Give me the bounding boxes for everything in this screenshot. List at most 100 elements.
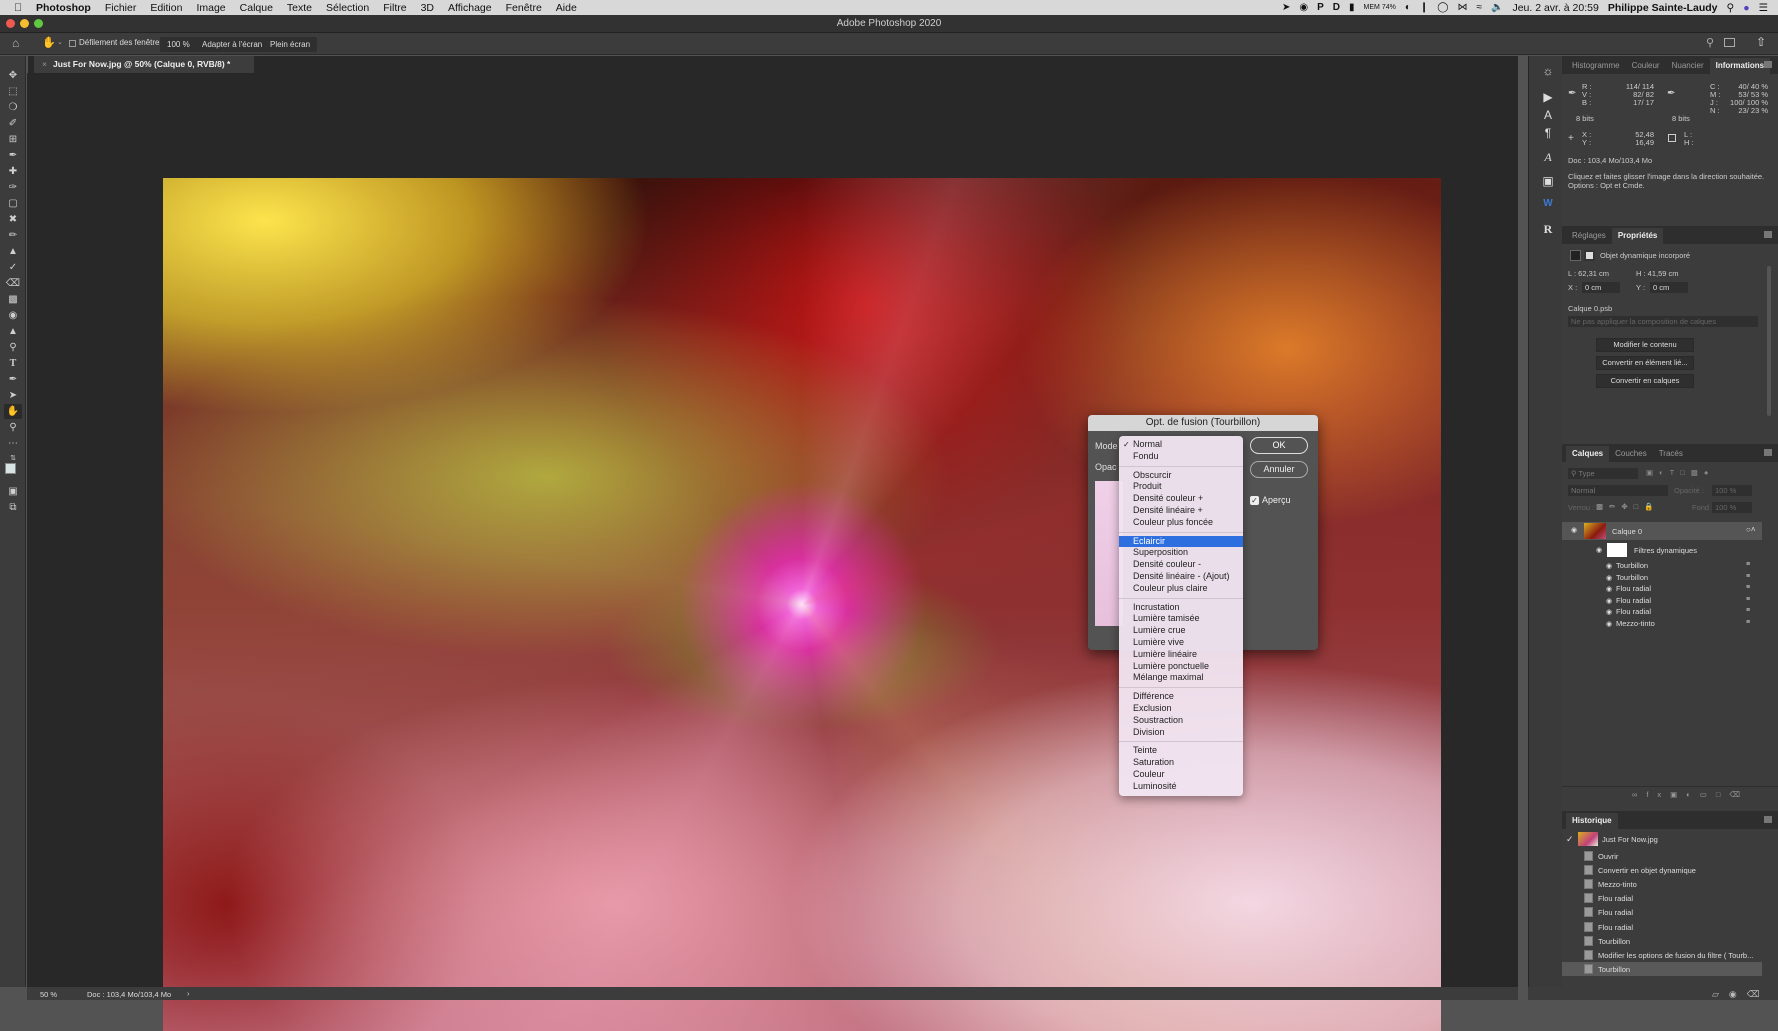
- foreground-color-swatch[interactable]: [5, 463, 16, 474]
- layer-footer-icons[interactable]: ∞fx▣◐▭□⌫: [1632, 790, 1749, 799]
- search-icon[interactable]: ⚲: [1706, 36, 1714, 49]
- menu-fichier[interactable]: Fichier: [105, 2, 137, 14]
- tool-preset-chevron-icon[interactable]: ⌄: [57, 38, 63, 46]
- opacity-input[interactable]: 100 %: [1712, 485, 1752, 496]
- tab-informations[interactable]: Informations: [1709, 58, 1771, 74]
- blend-mode-option[interactable]: Couleur: [1119, 769, 1243, 781]
- tab-reglages[interactable]: Réglages: [1566, 228, 1612, 244]
- blend-mode-option[interactable]: Densité couleur -: [1119, 559, 1243, 571]
- blend-mode-option[interactable]: Exclusion: [1119, 703, 1243, 715]
- zoom-level[interactable]: 50 %: [40, 990, 57, 999]
- edit-contents-button[interactable]: Modifier le contenu: [1596, 338, 1694, 352]
- menu-affichage[interactable]: Affichage: [448, 2, 492, 14]
- blend-mode-option[interactable]: Division: [1119, 727, 1243, 739]
- visibility-eye-icon[interactable]: ◉: [1606, 574, 1612, 582]
- panel-menu-icon[interactable]: [1764, 449, 1772, 456]
- panel-menu-icon[interactable]: [1764, 816, 1772, 823]
- d-icon[interactable]: D: [1333, 2, 1340, 13]
- more-tools-icon[interactable]: ⋯: [4, 436, 22, 451]
- blend-mode-option[interactable]: Différence: [1119, 691, 1243, 703]
- blend-mode-option[interactable]: Incrustation: [1119, 602, 1243, 614]
- brightness-panel-icon[interactable]: ☼: [1538, 64, 1558, 80]
- visibility-eye-icon[interactable]: ◉: [1606, 562, 1612, 570]
- toggle-icon[interactable]: ◐: [1405, 2, 1411, 13]
- blend-mode-option[interactable]: Teinte: [1119, 745, 1243, 757]
- pen-tool-icon[interactable]: ✒: [4, 372, 22, 387]
- blend-mode-option[interactable]: Fondu: [1119, 451, 1243, 463]
- history-step[interactable]: Convertir en objet dynamique: [1562, 863, 1762, 877]
- marquee-tool-icon[interactable]: ⬚: [4, 84, 22, 99]
- blend-mode-option[interactable]: Lumière ponctuelle: [1119, 661, 1243, 673]
- blend-mode-option[interactable]: Lumière tamisée: [1119, 613, 1243, 625]
- share-icon[interactable]: ⇧: [1756, 35, 1766, 49]
- menu-aide[interactable]: Aide: [556, 2, 577, 14]
- bluetooth-icon[interactable]: ⋈: [1457, 2, 1467, 13]
- tab-historique[interactable]: Historique: [1566, 813, 1618, 829]
- hand-tool-icon[interactable]: ✋: [42, 36, 56, 49]
- history-brush-source-icon[interactable]: ✓: [1566, 834, 1574, 845]
- lasso-tool-icon[interactable]: ❍: [4, 100, 22, 115]
- layer-row-calque-0[interactable]: ◉ Calque 0 ○˄: [1562, 522, 1762, 540]
- history-step[interactable]: Tourbillon: [1562, 961, 1762, 976]
- character-panel-icon[interactable]: A: [1538, 108, 1558, 124]
- full-screen-button[interactable]: Plein écran: [263, 37, 318, 52]
- menu-edition[interactable]: Edition: [150, 2, 182, 14]
- visibility-eye-icon[interactable]: ◉: [1606, 585, 1612, 593]
- visibility-eye-icon[interactable]: ◉: [1606, 608, 1612, 616]
- blend-mode-option[interactable]: Saturation: [1119, 757, 1243, 769]
- eyedropper-tool-icon[interactable]: ✒: [4, 148, 22, 163]
- volume-icon[interactable]: 🔈: [1491, 2, 1503, 13]
- wifi-icon[interactable]: ≈: [1476, 2, 1482, 13]
- visibility-eye-icon[interactable]: ◉: [1571, 526, 1577, 534]
- frame-tool-icon[interactable]: ▢: [4, 196, 22, 211]
- blur-tool-icon[interactable]: ◉: [4, 308, 22, 323]
- eraser-tool-icon[interactable]: ⌫: [4, 276, 22, 291]
- blend-mode-option[interactable]: Lumière linéaire: [1119, 649, 1243, 661]
- tab-traces[interactable]: Tracés: [1653, 446, 1689, 462]
- menu-filtre[interactable]: Filtre: [383, 2, 406, 14]
- tab-nuancier[interactable]: Nuancier: [1666, 58, 1710, 74]
- location-icon[interactable]: ➤: [1282, 2, 1290, 13]
- zoom-100-button[interactable]: 100 %: [160, 37, 197, 52]
- history-step[interactable]: Modifier les options de fusion du filtre…: [1562, 948, 1762, 962]
- blend-mode-option[interactable]: Mélange maximal: [1119, 672, 1243, 684]
- cmyk-eyedropper-icon[interactable]: ✒: [1667, 88, 1675, 99]
- menu-3d[interactable]: 3D: [421, 2, 434, 14]
- plugin-w-icon[interactable]: W: [1538, 198, 1558, 214]
- quick-mask-icon[interactable]: ▣: [4, 484, 22, 499]
- history-step[interactable]: Flou radial: [1562, 920, 1762, 934]
- fill-input[interactable]: 100 %: [1712, 502, 1752, 513]
- healing-brush-tool-icon[interactable]: ✚: [4, 164, 22, 179]
- visibility-eye-icon[interactable]: ◉: [1606, 620, 1612, 628]
- convert-to-layers-button[interactable]: Convertir en calques: [1596, 374, 1694, 388]
- visibility-eye-icon[interactable]: ◉: [1596, 546, 1602, 554]
- blend-mode-option[interactable]: Produit: [1119, 481, 1243, 493]
- filter-blending-options-icon[interactable]: ≡: [1746, 596, 1750, 603]
- blend-mode-option[interactable]: Densité couleur +: [1119, 493, 1243, 505]
- lock-icons[interactable]: ▩✏✥□🔒: [1596, 502, 1660, 511]
- tab-histogramme[interactable]: Histogramme: [1566, 58, 1626, 74]
- smart-filters-toggle-icon[interactable]: ○˄: [1746, 525, 1756, 534]
- type-tool-icon[interactable]: T: [4, 356, 22, 371]
- history-step[interactable]: Mezzo-tinto: [1562, 877, 1762, 891]
- smart-filters-row[interactable]: ◉ Filtres dynamiques: [1562, 542, 1762, 558]
- tab-couleur[interactable]: Couleur: [1626, 58, 1666, 74]
- tab-calques[interactable]: Calques: [1566, 446, 1610, 462]
- tab-proprietes[interactable]: Propriétés: [1611, 228, 1664, 244]
- stamp-tool-icon[interactable]: ▲: [4, 244, 22, 259]
- plugin-r-icon[interactable]: R: [1538, 222, 1558, 238]
- blend-mode-option[interactable]: ✓ Normal: [1119, 439, 1243, 451]
- properties-scrollbar[interactable]: [1767, 266, 1771, 416]
- layer-comp-select[interactable]: Ne pas appliquer la composition de calqu…: [1568, 316, 1758, 327]
- fit-screen-button[interactable]: Adapter à l'écran: [195, 37, 270, 52]
- filter-blending-options-icon[interactable]: ≡: [1746, 561, 1750, 568]
- filter-blending-options-icon[interactable]: ≡: [1746, 584, 1750, 591]
- path-selection-tool-icon[interactable]: ➤: [4, 388, 22, 403]
- history-step[interactable]: Ouvrir: [1562, 849, 1762, 863]
- filter-blending-options-icon[interactable]: ≡: [1746, 619, 1750, 626]
- crop-tool-icon[interactable]: ⊞: [4, 132, 22, 147]
- blend-mode-option[interactable]: Luminosité: [1119, 781, 1243, 793]
- history-brush-tool-icon[interactable]: ✓: [4, 260, 22, 275]
- filter-blending-options-icon[interactable]: ≡: [1746, 573, 1750, 580]
- close-document-icon[interactable]: ×: [42, 59, 47, 69]
